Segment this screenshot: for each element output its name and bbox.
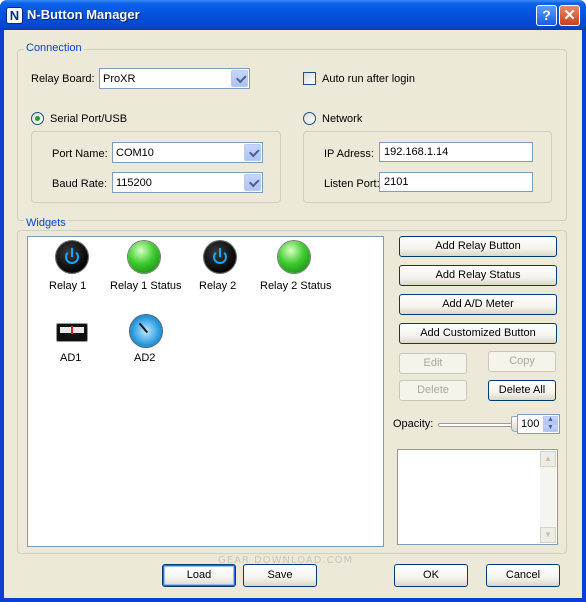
auto-run-checkbox[interactable] bbox=[303, 72, 316, 85]
widget-label: AD1 bbox=[60, 352, 82, 364]
edit-button[interactable]: Edit bbox=[399, 353, 467, 374]
app-icon: N bbox=[6, 7, 23, 24]
widget-relay-1[interactable]: Relay 1 bbox=[49, 241, 92, 295]
listen-port-label: Listen Port: bbox=[324, 178, 380, 190]
power-icon bbox=[56, 241, 88, 273]
network-radio[interactable] bbox=[303, 112, 316, 125]
add-customized-button-button[interactable]: Add Customized Button bbox=[399, 323, 557, 344]
delete-button[interactable]: Delete bbox=[399, 380, 467, 401]
window-title: N-Button Manager bbox=[27, 7, 140, 22]
connection-group-title: Connection bbox=[24, 42, 84, 55]
add-ad-meter-button[interactable]: Add A/D Meter bbox=[399, 294, 557, 315]
scroll-up-icon[interactable]: ▲ bbox=[540, 451, 556, 467]
ip-address-label: IP Adress: bbox=[324, 148, 374, 160]
widget-relay-2[interactable]: Relay 2 bbox=[199, 241, 240, 295]
widgets-list[interactable]: Relay 1 Relay 1 Status Relay 2 Relay 2 S… bbox=[27, 236, 384, 547]
power-icon bbox=[204, 241, 236, 273]
ip-address-value: 192.168.1.14 bbox=[384, 146, 449, 158]
dialog-client-area: Connection Relay Board: ProXR Auto run a… bbox=[4, 30, 582, 598]
save-button[interactable]: Save bbox=[243, 564, 317, 587]
widgets-group-title: Widgets bbox=[24, 217, 68, 230]
widget-relay-1-status[interactable]: Relay 1 Status bbox=[106, 241, 190, 295]
widget-ad1[interactable]: AD1 bbox=[52, 317, 92, 367]
gauge-icon bbox=[130, 315, 162, 347]
widget-label: Relay 2 bbox=[199, 280, 237, 292]
ip-address-input[interactable]: 192.168.1.14 bbox=[379, 142, 533, 162]
network-label: Network bbox=[322, 113, 363, 125]
port-name-value: COM10 bbox=[116, 147, 154, 159]
widget-preview-box[interactable]: ▲ ▼ bbox=[397, 449, 558, 545]
add-relay-button-button[interactable]: Add Relay Button bbox=[399, 236, 557, 257]
copy-button[interactable]: Copy bbox=[488, 351, 556, 372]
vertical-scrollbar[interactable]: ▲ ▼ bbox=[540, 451, 556, 543]
relay-board-select[interactable]: ProXR bbox=[99, 68, 250, 89]
serial-port-radio[interactable] bbox=[31, 112, 44, 125]
opacity-label: Opacity: bbox=[393, 418, 434, 430]
opacity-slider-track[interactable] bbox=[438, 423, 516, 427]
main-window: N N-Button Manager ? ✕ Connection Relay … bbox=[0, 0, 586, 602]
watermark: GEAR DOWNLOAD.COM bbox=[218, 555, 354, 566]
widget-label: Relay 1 bbox=[49, 280, 87, 292]
listen-port-value: 2101 bbox=[384, 176, 409, 188]
relay-board-label: Relay Board: bbox=[31, 73, 95, 85]
title-bar[interactable]: N N-Button Manager ? ✕ bbox=[0, 0, 586, 30]
spin-up-icon[interactable]: ▲ bbox=[543, 416, 558, 424]
delete-all-button[interactable]: Delete All bbox=[488, 380, 556, 401]
widget-label: Relay 2 Status bbox=[260, 280, 332, 292]
opacity-spinner[interactable]: 100 ▲ ▼ bbox=[517, 414, 560, 434]
scroll-down-icon[interactable]: ▼ bbox=[540, 527, 556, 543]
relay-board-value: ProXR bbox=[103, 73, 136, 85]
green-led-icon bbox=[128, 241, 160, 273]
spinner-arrows: ▲ ▼ bbox=[543, 416, 558, 432]
widget-label: Relay 1 Status bbox=[110, 280, 182, 292]
green-led-icon bbox=[278, 241, 310, 273]
widget-relay-2-status[interactable]: Relay 2 Status bbox=[256, 241, 340, 295]
baud-rate-value: 115200 bbox=[116, 177, 152, 189]
baud-rate-label: Baud Rate: bbox=[52, 178, 108, 190]
chevron-down-icon[interactable] bbox=[244, 174, 261, 191]
opacity-value: 100 bbox=[521, 418, 540, 430]
chevron-down-icon[interactable] bbox=[244, 144, 261, 161]
chevron-down-icon[interactable] bbox=[231, 70, 248, 87]
widget-ad2[interactable]: AD2 bbox=[126, 315, 166, 367]
close-button[interactable]: ✕ bbox=[559, 5, 580, 26]
load-button[interactable]: Load bbox=[162, 564, 236, 587]
serial-port-label: Serial Port/USB bbox=[50, 113, 128, 125]
port-name-select[interactable]: COM10 bbox=[112, 142, 263, 163]
ok-button[interactable]: OK bbox=[394, 564, 468, 587]
listen-port-input[interactable]: 2101 bbox=[379, 172, 533, 192]
widget-label: AD2 bbox=[134, 352, 156, 364]
baud-rate-select[interactable]: 115200 bbox=[112, 172, 263, 193]
port-name-label: Port Name: bbox=[52, 148, 108, 160]
meter-icon bbox=[56, 323, 88, 342]
auto-run-label: Auto run after login bbox=[322, 73, 415, 85]
help-button[interactable]: ? bbox=[536, 5, 557, 26]
add-relay-status-button[interactable]: Add Relay Status bbox=[399, 265, 557, 286]
cancel-button[interactable]: Cancel bbox=[486, 564, 560, 587]
spin-down-icon[interactable]: ▼ bbox=[543, 424, 558, 432]
